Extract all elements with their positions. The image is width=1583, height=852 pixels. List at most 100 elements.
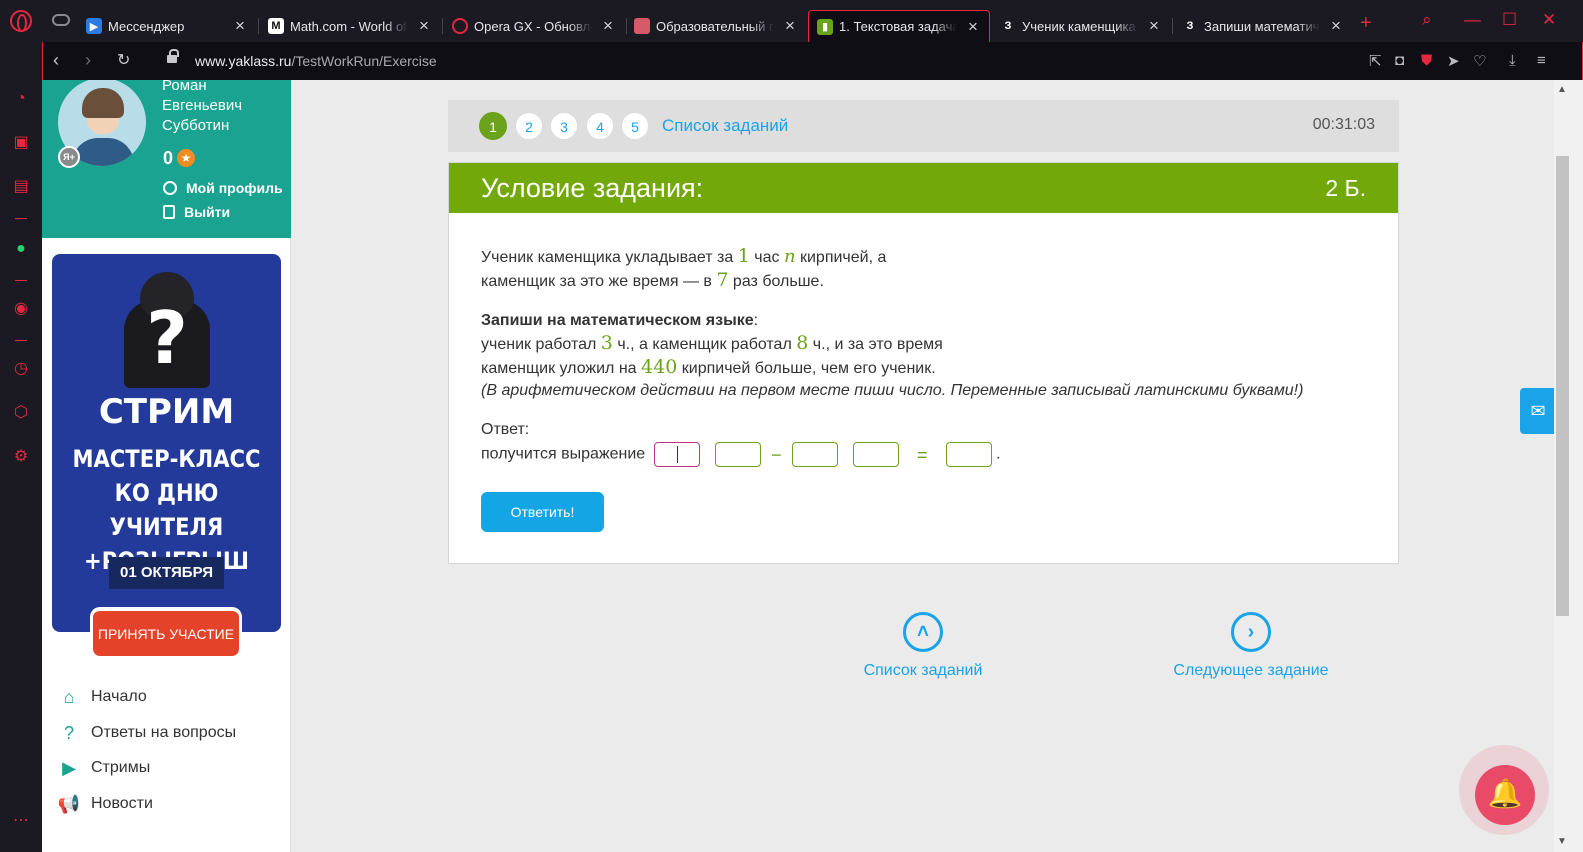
- close-tab-icon[interactable]: ×: [965, 18, 981, 35]
- task-paragraph-2: Запиши на математическом языке: ученик р…: [481, 312, 1304, 399]
- notifications-button[interactable]: 🔔: [1459, 745, 1549, 835]
- z-icon: З: [1186, 20, 1194, 32]
- browser-tab-active[interactable]: ▮ 1. Текстовая задача (каменщик) ×: [808, 10, 990, 42]
- search-tabs-icon[interactable]: ⌕: [1422, 10, 1432, 30]
- logout-icon: [163, 205, 175, 219]
- page-content: Я+ Роман Евгеньевич Субботин 0 ★ Мой про…: [42, 80, 1554, 852]
- reload-icon[interactable]: ↻: [117, 50, 130, 70]
- nav-news[interactable]: 📢 Новости: [58, 794, 153, 814]
- minimize-icon[interactable]: —: [1464, 10, 1481, 30]
- browser-tab[interactable]: ▶ Мессенджер ×: [78, 10, 256, 42]
- submit-answer-button[interactable]: Ответить!: [481, 492, 604, 532]
- task-condition-title: Условие задания:: [481, 173, 704, 203]
- answer-row: получится выражение − = .: [481, 442, 1001, 467]
- camera-icon[interactable]: ◘: [1395, 52, 1404, 69]
- question-icon: ?: [63, 722, 74, 743]
- task-header: 1 2 3 4 5 Список заданий 00:31:03: [448, 100, 1399, 152]
- lock-icon: [167, 49, 179, 65]
- opera-logo-icon[interactable]: [10, 10, 32, 32]
- answer-input-2[interactable]: [714, 442, 761, 467]
- settings-icon[interactable]: ⚙: [12, 448, 30, 466]
- next-task-link[interactable]: › Следующее задание: [1168, 612, 1334, 680]
- mathcom-icon: M: [268, 18, 284, 34]
- task-number-3[interactable]: 3: [550, 112, 578, 140]
- scrollbar-thumb[interactable]: [1556, 156, 1569, 616]
- new-tab-icon[interactable]: +: [1360, 12, 1372, 35]
- menu-icon[interactable]: ≡: [1537, 52, 1546, 69]
- task-number-5[interactable]: 5: [621, 112, 649, 140]
- close-window-icon[interactable]: ✕: [1542, 10, 1556, 30]
- close-tab-icon[interactable]: ×: [600, 17, 616, 34]
- bottom-task-list-link[interactable]: ˄ Список заданий: [858, 612, 988, 680]
- answer-input-4[interactable]: [852, 442, 899, 467]
- browser-tab[interactable]: Opera GX - Обновления ×: [444, 10, 624, 42]
- page-scrollbar[interactable]: ▲ ▼: [1554, 80, 1583, 852]
- chevron-up-icon: ˄: [903, 612, 943, 652]
- more-icon[interactable]: ⋯: [12, 812, 30, 830]
- answer-input-5[interactable]: [945, 442, 992, 467]
- forward-icon[interactable]: ›: [85, 50, 91, 71]
- timer: 00:31:03: [1312, 116, 1375, 133]
- answer-input-3[interactable]: [791, 442, 838, 467]
- back-icon[interactable]: ‹: [53, 50, 59, 71]
- close-tab-icon[interactable]: ×: [782, 17, 798, 34]
- browser-tab-bar: ▶ Мессенджер × M Math.com - World of Mat…: [0, 0, 1583, 42]
- close-tab-icon[interactable]: ×: [1328, 17, 1344, 34]
- stream-ad-banner[interactable]: ? СТРИМ МАСТЕР-КЛАСС КО ДНЮ УЧИТЕЛЯ +РОЗ…: [52, 254, 281, 632]
- speedometer-icon[interactable]: ◔: [12, 90, 30, 108]
- task-points: 2 Б.: [1325, 175, 1366, 201]
- task-card: Условие задания: 2 Б. Ученик каменщика у…: [448, 162, 1399, 564]
- close-tab-icon[interactable]: ×: [232, 17, 248, 34]
- close-tab-icon[interactable]: ×: [1146, 17, 1162, 34]
- task-number-2[interactable]: 2: [515, 112, 543, 140]
- task-number-1[interactable]: 1: [479, 112, 507, 140]
- task-number-4[interactable]: 4: [586, 112, 614, 140]
- close-tab-icon[interactable]: ×: [416, 17, 432, 34]
- task-card-header: Условие задания: 2 Б.: [449, 163, 1398, 213]
- star-icon: ★: [177, 149, 195, 167]
- url-field[interactable]: www.yaklass.ru/TestWorkRun/Exercise: [195, 53, 437, 69]
- play-icon: ▶: [62, 757, 76, 778]
- subscription-badge: Я+: [58, 146, 80, 168]
- left-column: Я+ Роман Евгеньевич Субботин 0 ★ Мой про…: [42, 80, 291, 852]
- twitch-icon[interactable]: ▤: [12, 178, 30, 196]
- share-icon[interactable]: ⇱: [1369, 52, 1382, 70]
- bag-icon[interactable]: ▣: [12, 134, 30, 152]
- browser-tab[interactable]: M Math.com - World of Math ×: [260, 10, 440, 42]
- nav-streams[interactable]: ▶ Стримы: [58, 758, 150, 778]
- maximize-icon[interactable]: ☐: [1502, 10, 1517, 30]
- my-profile-link[interactable]: Мой профиль: [163, 180, 283, 196]
- task-list-link[interactable]: Список заданий: [662, 116, 788, 136]
- hoodie-image: ?: [114, 272, 220, 388]
- send-icon[interactable]: ➤: [1447, 52, 1460, 70]
- nav-answers[interactable]: ? Ответы на вопросы: [58, 723, 236, 743]
- download-icon[interactable]: ⤓: [1509, 52, 1516, 69]
- home-icon: ⌂: [63, 686, 75, 707]
- portal-icon: [634, 18, 650, 34]
- chevron-right-icon: ›: [1231, 612, 1271, 652]
- opera-icon: [452, 18, 468, 34]
- participate-button[interactable]: ПРИНЯТЬ УЧАСТИЕ: [90, 607, 242, 659]
- mail-icon[interactable]: ✉: [1520, 388, 1554, 434]
- whatsapp-icon[interactable]: ●: [12, 240, 30, 258]
- book-icon: ▮: [817, 18, 833, 35]
- browser-tab[interactable]: Образовательный портал ×: [626, 10, 806, 42]
- ad-date: 01 ОКТЯБРЯ: [109, 557, 224, 589]
- address-bar: ‹ › ↻ www.yaklass.ru/TestWorkRun/Exercis…: [42, 42, 1583, 80]
- answer-input-1[interactable]: [654, 442, 701, 467]
- bell-icon: 🔔: [1475, 765, 1535, 825]
- history-icon[interactable]: ◷: [12, 360, 30, 378]
- user-name: Роман Евгеньевич Субботин: [162, 80, 243, 134]
- logout-link[interactable]: Выйти: [163, 204, 230, 220]
- gamepad-icon[interactable]: [52, 14, 70, 26]
- heart-icon[interactable]: ♡: [1473, 52, 1486, 70]
- browser-tab[interactable]: З Ученик каменщика укладывает ×: [992, 10, 1170, 42]
- messenger-icon: ▶: [86, 18, 102, 34]
- nav-home[interactable]: ⌂ Начало: [58, 687, 147, 707]
- browser-tab[interactable]: З Запиши математическую ×: [1174, 10, 1352, 42]
- task-paragraph-1: Ученик каменщика укладывает за 1 час n к…: [481, 245, 887, 291]
- shield-icon[interactable]: ⛊: [1421, 52, 1432, 69]
- cube-icon[interactable]: ⬡: [12, 404, 30, 422]
- z-icon: З: [1004, 20, 1012, 32]
- player-icon[interactable]: ◉: [12, 300, 30, 318]
